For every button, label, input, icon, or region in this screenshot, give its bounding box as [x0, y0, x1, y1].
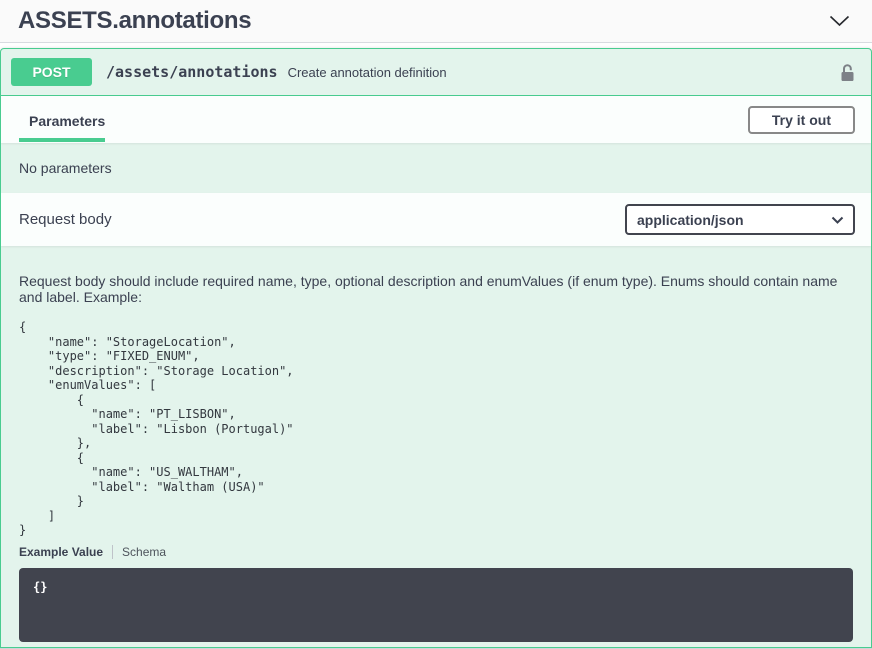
tag-title: ASSETS.annotations — [18, 7, 251, 35]
parameters-section-header: Parameters Try it out — [1, 96, 871, 143]
request-body-description: Request body should include required nam… — [19, 273, 853, 305]
no-parameters-message: No parameters — [1, 143, 871, 193]
operation-path: /assets/annotations — [102, 63, 278, 81]
request-body-example-json: { "name": "StorageLocation", "type": "FI… — [19, 320, 853, 538]
content-type-select[interactable]: application/json — [625, 204, 855, 235]
request-body-section-header: Request body application/json — [1, 193, 871, 246]
authorize-button[interactable] — [834, 63, 861, 82]
method-badge: POST — [11, 58, 92, 86]
try-it-out-button[interactable]: Try it out — [748, 106, 855, 134]
tab-parameters: Parameters — [19, 97, 105, 142]
request-body-label: Request body — [19, 211, 112, 228]
tab-example-value[interactable]: Example Value — [19, 545, 103, 559]
chevron-down-icon — [829, 15, 850, 27]
opblock-post: POST /assets/annotations Create annotati… — [0, 48, 872, 648]
unlocked-padlock-icon — [840, 63, 855, 82]
operation-summary: Create annotation definition — [288, 65, 824, 80]
content-type-wrap: application/json — [625, 204, 855, 235]
tab-schema[interactable]: Schema — [122, 545, 166, 559]
tag-section-header[interactable]: ASSETS.annotations — [0, 0, 872, 43]
example-value-code-block: {} — [19, 568, 853, 642]
model-example-tabs: Example Value Schema — [19, 545, 853, 559]
opblock-summary[interactable]: POST /assets/annotations Create annotati… — [1, 49, 871, 96]
collapse-section-button[interactable] — [827, 13, 852, 29]
tab-divider — [112, 545, 113, 559]
request-body-description-wrapper: Request body should include required nam… — [1, 246, 871, 642]
